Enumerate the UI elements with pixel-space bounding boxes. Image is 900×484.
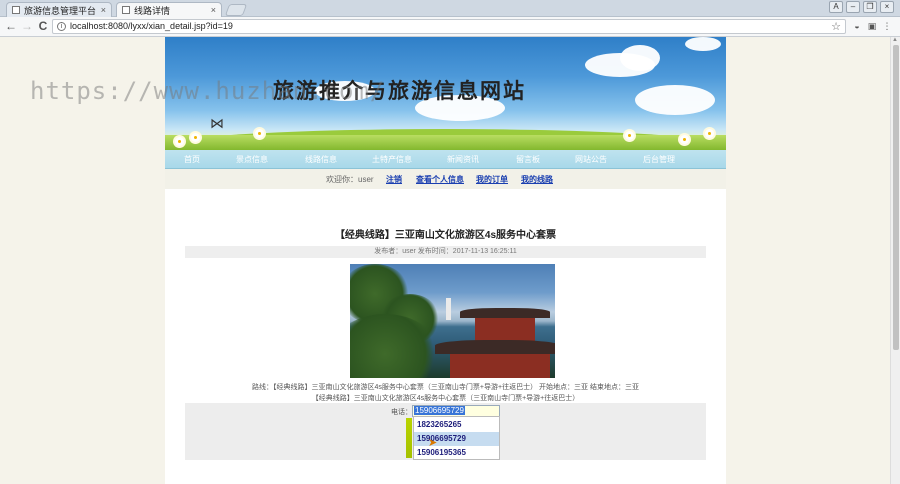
menu-icon[interactable]: ⋮ [882, 21, 892, 31]
new-tab-button[interactable] [224, 4, 248, 16]
forward-icon[interactable]: → [20, 19, 34, 33]
flower-shape [705, 129, 714, 138]
flower-shape [680, 135, 689, 144]
info-icon[interactable]: i [57, 22, 66, 31]
my-orders-link[interactable]: 我的订单 [476, 174, 508, 185]
back-icon[interactable]: ← [4, 19, 18, 33]
bookmark-star-icon[interactable]: ☆ [831, 20, 841, 33]
tab-title: 旅游信息管理平台 [24, 5, 97, 16]
profile-button[interactable]: A [829, 1, 843, 13]
nav-announcements[interactable]: 网站公告 [575, 154, 607, 165]
scroll-up-icon[interactable]: ▲ [892, 37, 898, 43]
grass-shape [165, 135, 726, 150]
cursor-icon: ➤ [428, 437, 438, 449]
nav-attractions[interactable]: 景点信息 [236, 154, 268, 165]
page-icon [122, 6, 130, 14]
article-meta: 发布者：user 发布时间：2017-11-13 16:25:11 [185, 246, 706, 258]
reload-icon[interactable]: C [36, 19, 50, 33]
minimize-button[interactable]: – [846, 1, 860, 13]
window-close-button[interactable]: × [880, 1, 894, 13]
suggestion-item[interactable]: 1823265265 [414, 418, 499, 432]
article-title: 【经典线路】三亚南山文化旅游区4s服务中心套票 [334, 230, 557, 241]
phone-label: 电话： [391, 409, 412, 416]
my-routes-link[interactable]: 我的线路 [521, 174, 553, 185]
route-photo [350, 264, 555, 378]
flower-shape [255, 129, 264, 138]
nav-news[interactable]: 新闻资讯 [447, 154, 479, 165]
scroll-thumb[interactable] [893, 45, 899, 350]
cloud-shape [635, 85, 715, 115]
page-icon [12, 6, 20, 14]
nav-local-products[interactable]: 土特产信息 [372, 154, 412, 165]
butterfly-icon: ⋈ [210, 115, 224, 131]
tab-title: 线路详情 [134, 5, 171, 16]
nav-routes[interactable]: 线路信息 [305, 154, 337, 165]
browser-toolbar: ← → C i localhost:8080/lyxx/xian_detail.… [0, 17, 900, 37]
pagoda-body-shape [475, 318, 535, 342]
watermark-text: https://www.huzhan.com/ [30, 77, 386, 105]
flower-shape [175, 137, 184, 146]
phone-suggestions: 1823265265 15906695729 15906195365 [413, 416, 500, 460]
maximize-button[interactable]: ❐ [863, 1, 877, 13]
pagoda-roof-shape [435, 340, 555, 354]
close-icon[interactable]: × [211, 5, 216, 15]
pagoda-roof-shape [460, 308, 550, 318]
nav-admin[interactable]: 后台管理 [643, 154, 675, 165]
cast-icon[interactable]: ▣ [867, 21, 877, 31]
lighthouse-shape [446, 298, 451, 320]
flower-shape [191, 133, 200, 142]
url-text: localhost:8080/lyxx/xian_detail.jsp?id=1… [70, 21, 233, 31]
page-scrollbar[interactable]: ▲ [890, 37, 900, 484]
suggestion-item-selected[interactable]: 15906695729 [414, 432, 499, 446]
flower-shape [625, 131, 634, 140]
suggestion-item[interactable]: 15906195365 [414, 446, 499, 460]
route-line: 路线：【经典线路】三亚南山文化旅游区4s服务中心套票（三亚南山寺门票+导游+往返… [252, 384, 639, 391]
logout-link[interactable]: 注销 [386, 174, 402, 185]
welcome-text: 欢迎你：user [326, 175, 374, 184]
dropdown-accent [406, 418, 412, 458]
pagoda-body-shape [450, 354, 550, 378]
user-bar: 欢迎你：user 注销 查看个人信息 我的订单 我的线路 [165, 169, 726, 189]
cloud-shape [685, 37, 721, 51]
nav-home[interactable]: 首页 [184, 154, 200, 165]
route-info: 路线：【经典线路】三亚南山文化旅游区4s服务中心套票（三亚南山寺门票+导游+往返… [165, 382, 726, 404]
extension-icon[interactable]: ◒ [852, 21, 862, 31]
phone-value: 15906695729 [414, 406, 465, 415]
cloud-shape [620, 45, 660, 71]
main-navigation: 首页 景点信息 线路信息 土特产信息 新闻资讯 留言板 网站公告 后台管理 [165, 150, 726, 169]
tab-admin-platform[interactable]: 旅游信息管理平台 × [6, 2, 112, 17]
address-bar[interactable]: i localhost:8080/lyxx/xian_detail.jsp?id… [52, 19, 846, 34]
profile-link[interactable]: 查看个人信息 [416, 174, 464, 185]
tab-route-detail[interactable]: 线路详情 × [116, 2, 222, 17]
nav-guestbook[interactable]: 留言板 [516, 154, 540, 165]
browser-tab-strip: 旅游信息管理平台 × 线路详情 × A – ❐ × [0, 0, 900, 17]
close-icon[interactable]: × [101, 5, 106, 15]
